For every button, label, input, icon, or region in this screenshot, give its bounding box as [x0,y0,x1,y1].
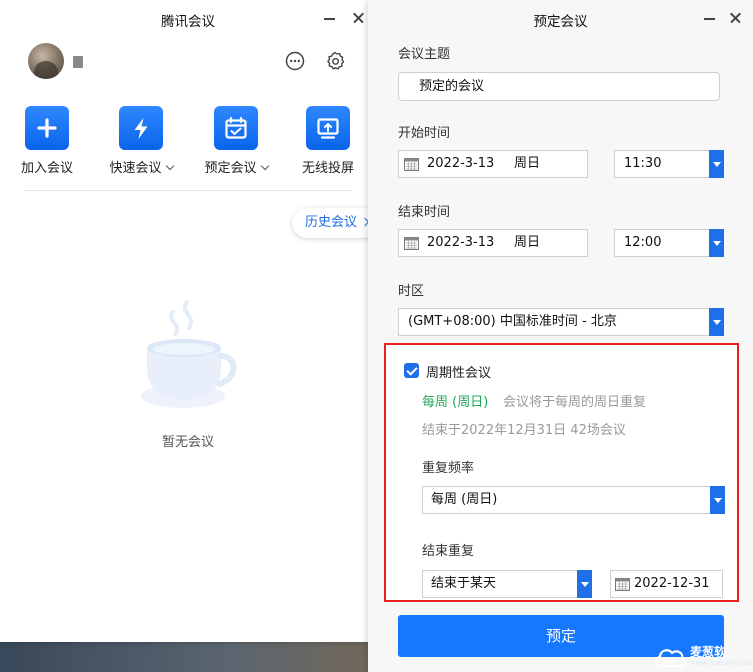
calendar-icon [404,158,419,171]
timezone-select[interactable]: (GMT+08:00) 中国标准时间 - 北京 [398,308,724,336]
recurring-checkbox[interactable] [404,363,419,378]
end-repeat-type-select[interactable]: 结束于某天 [422,570,592,598]
timezone-label: 时区 [398,284,425,299]
titlebar: 预定会议 [368,0,753,38]
plus-icon [25,106,69,150]
frequency-description: 会议将于每周的周日重复 [503,395,647,410]
minimize-icon[interactable] [698,6,722,30]
calendar-icon [404,237,419,250]
history-meetings-label: 历史会议 [305,215,358,230]
watermark-url: www.maicongruan.com [690,659,753,667]
chat-icon[interactable] [284,50,306,72]
divider [24,190,352,191]
chevron-down-icon[interactable] [710,486,725,514]
join-meeting-label: 加入会议 [20,161,73,176]
subject-label: 会议主题 [398,47,451,62]
end-repeat-date-field[interactable]: 2022-12-31 [610,570,723,598]
end-time-label: 结束时间 [398,205,451,220]
wireless-cast-label: 无线投屏 [301,161,354,176]
schedule-meeting-button[interactable]: 预定会议 [196,106,276,176]
close-icon[interactable] [724,6,748,30]
wireless-cast-button[interactable]: 无线投屏 [288,106,368,176]
start-time-value: 11:30 [624,156,662,171]
meeting-main-window: 腾讯会议 加入会议 快速会议 预定会议 无线投屏 历史会议 暂无会议 [0,0,378,642]
start-date-field[interactable]: 2022-3-13 周日 [398,150,588,178]
empty-state-text: 暂无会议 [161,435,214,450]
minimize-icon[interactable] [318,6,342,30]
chevron-down-icon[interactable] [709,229,724,257]
end-time-value: 12:00 [624,235,662,250]
recurring-label[interactable]: 周期性会议 [426,362,491,381]
frequency-summary: 每周 (周日) [422,395,489,410]
end-time-select[interactable]: 12:00 [614,229,724,257]
user-name-mark [73,56,83,68]
window-title: 预定会议 [533,14,588,30]
schedule-meeting-label: 预定会议 [204,161,257,176]
start-time-select[interactable]: 11:30 [614,150,724,178]
avatar[interactable] [28,43,64,79]
chevron-down-icon[interactable] [709,150,724,178]
calendar-icon [214,106,258,150]
timezone-value: (GMT+08:00) 中国标准时间 - 北京 [408,314,617,329]
end-summary: 结束于2022年12月31日 42场会议 [422,423,626,438]
repeat-frequency-value: 每周 (周日) [431,492,498,507]
chevron-down-icon[interactable] [577,570,592,598]
titlebar: 腾讯会议 [0,0,376,38]
end-date-field[interactable]: 2022-3-13 周日 [398,229,588,257]
end-repeat-type-value: 结束于某天 [431,576,497,591]
end-date-value: 2022-3-13 [427,235,495,250]
repeat-frequency-select[interactable]: 每周 (周日) [422,486,725,514]
quick-meeting-button[interactable]: 快速会议 [101,106,181,176]
chevron-down-icon[interactable] [165,161,174,171]
quick-meeting-label: 快速会议 [109,161,162,176]
start-time-label: 开始时间 [398,126,451,141]
end-day-value: 周日 [514,235,541,250]
screen-cast-icon [306,106,350,150]
start-day-value: 周日 [514,156,541,171]
watermark-logo [654,649,687,668]
recurring-meeting-section: 周期性会议 每周 (周日) 会议将于每周的周日重复 结束于2022年12月31日… [384,343,739,602]
watermark-text: 麦葱软 [690,645,727,659]
chevron-down-icon[interactable] [260,161,269,171]
gear-icon[interactable] [324,50,346,72]
subject-input[interactable]: 预定的会议 [398,72,720,101]
join-meeting-button[interactable]: 加入会议 [7,106,87,176]
watermark: 麦葱软 www.maicongruan.com [652,640,753,672]
end-repeat-date-value: 2022-12-31 [634,576,710,591]
start-date-value: 2022-3-13 [427,156,495,171]
empty-cup-illustration [141,300,237,408]
lightning-icon [119,106,163,150]
history-meetings-button[interactable]: 历史会议 [292,208,378,238]
chevron-down-icon[interactable] [709,308,724,336]
schedule-meeting-window: 预定会议 会议主题 预定的会议 开始时间 2022-3-13 周日 11:30 … [368,0,753,672]
end-repeat-label: 结束重复 [422,544,475,559]
calendar-icon [615,578,630,591]
repeat-frequency-label: 重复频率 [422,461,475,476]
